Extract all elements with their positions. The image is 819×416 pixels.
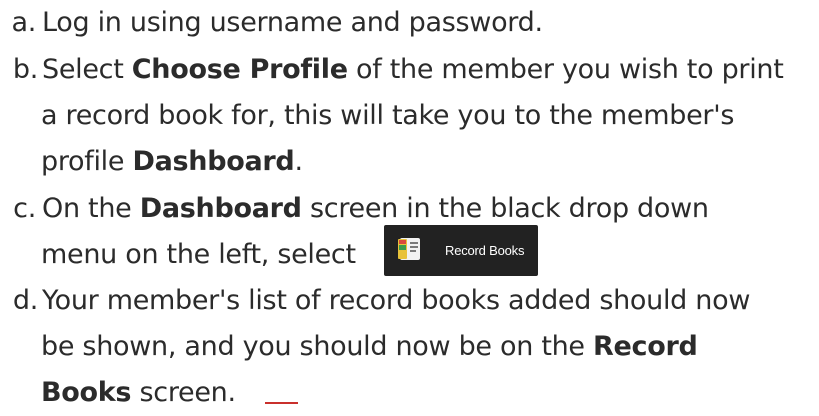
record-books-label: Record Books bbox=[445, 243, 525, 258]
step-text-line: Select Choose Profile of the member you … bbox=[42, 47, 784, 93]
text-segment: Your member's list of record books added… bbox=[42, 285, 751, 316]
step-text-line: a record book for, this will take you to… bbox=[41, 93, 734, 139]
step-text-line: profile Dashboard. bbox=[41, 139, 303, 185]
bold-term: Dashboard bbox=[132, 146, 295, 177]
text-segment: . bbox=[294, 146, 303, 177]
step-marker: c. bbox=[13, 193, 36, 224]
record-books-icon bbox=[396, 236, 424, 262]
step-text-line: Log in using username and password. bbox=[42, 0, 543, 46]
text-segment: a record book for, this will take you to… bbox=[41, 100, 735, 131]
text-segment: screen. bbox=[131, 377, 237, 408]
step-marker: b. bbox=[12, 54, 38, 85]
text-segment: of the member you wish to print bbox=[347, 54, 784, 85]
red-underline-mark bbox=[265, 402, 298, 404]
text-segment: Select bbox=[42, 54, 132, 85]
record-books-menu-item[interactable]: Record Books bbox=[384, 225, 538, 276]
step-text-line: be shown, and you should now be on the R… bbox=[41, 324, 698, 370]
text-segment: screen in the black drop down bbox=[301, 193, 709, 224]
step-text-line: On the Dashboard screen in the black dro… bbox=[42, 186, 709, 232]
text-segment: Log in using username and password. bbox=[42, 7, 543, 38]
bold-term: Books bbox=[41, 377, 132, 408]
step-text-line: menu on the left, select bbox=[41, 232, 356, 278]
step-marker: d. bbox=[12, 285, 38, 316]
step-text-line: Books screen. bbox=[41, 370, 236, 416]
bold-term: Choose Profile bbox=[131, 54, 348, 85]
text-segment: menu on the left, select bbox=[41, 239, 356, 270]
step-marker: a. bbox=[11, 7, 36, 38]
bold-term: Dashboard bbox=[139, 193, 302, 224]
text-segment: On the bbox=[42, 193, 140, 224]
text-segment: be shown, and you should now be on the bbox=[41, 331, 594, 362]
text-segment: profile bbox=[41, 146, 133, 177]
step-text-line: Your member's list of record books added… bbox=[42, 278, 750, 324]
bold-term: Record bbox=[593, 331, 698, 362]
